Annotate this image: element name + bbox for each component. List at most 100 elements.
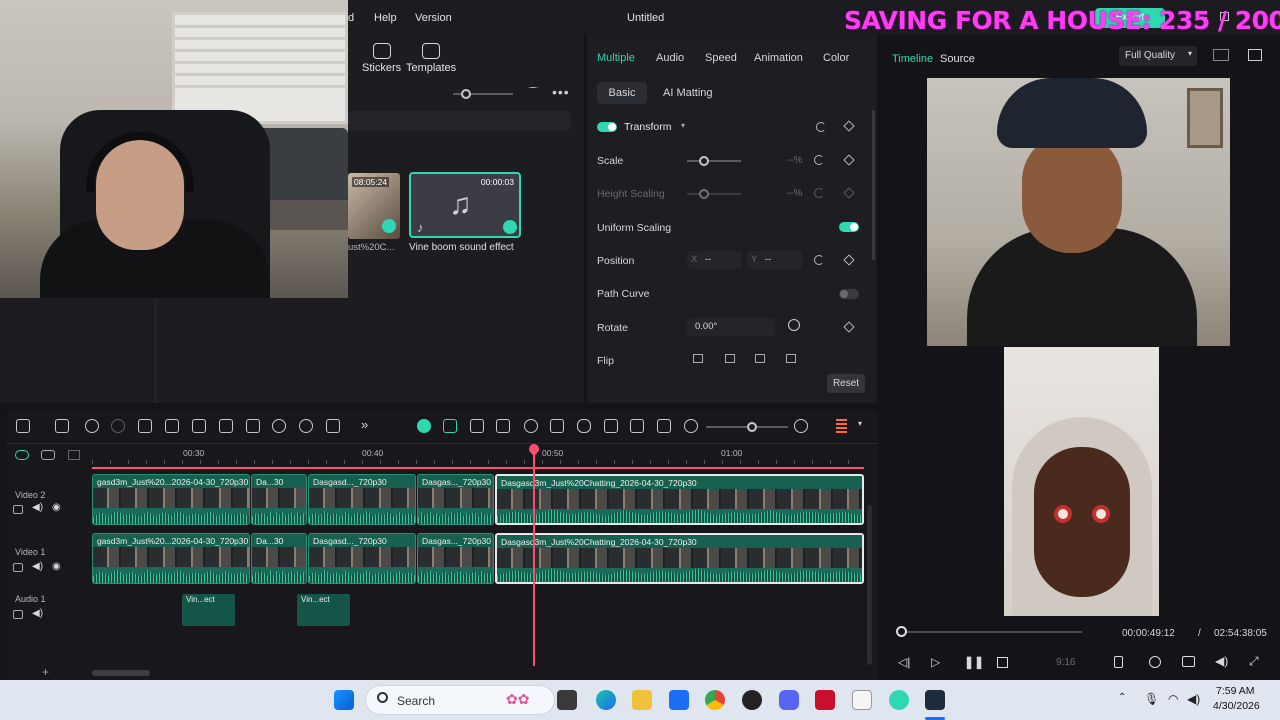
fit-icon[interactable]: [657, 419, 671, 433]
capcut-icon[interactable]: [889, 690, 909, 710]
scale-value[interactable]: --%: [787, 155, 803, 166]
undo-icon[interactable]: [85, 419, 99, 433]
filmora-icon[interactable]: [925, 690, 945, 710]
menu-item-version[interactable]: Version: [415, 12, 452, 24]
keyframe-icon[interactable]: [843, 154, 855, 166]
folder-icon[interactable]: [13, 610, 23, 619]
stickers-tab[interactable]: Stickers: [362, 43, 401, 74]
clock-time[interactable]: 7:59 AM: [1216, 685, 1255, 697]
previous-frame-icon[interactable]: ◁|: [898, 655, 910, 669]
folder-icon[interactable]: [13, 563, 23, 572]
rotate-right-icon[interactable]: [755, 354, 765, 363]
eye-icon[interactable]: ◉: [52, 502, 61, 513]
timeline-clip[interactable]: Dasgasd..._720p30: [308, 474, 416, 525]
media-item-audio[interactable]: 00:00:03 ♫ ♪: [409, 172, 521, 238]
keyframe-icon[interactable]: [843, 321, 855, 333]
discord-icon[interactable]: [779, 690, 799, 710]
media-item-video[interactable]: 08:05:24: [348, 173, 400, 239]
auto-ripple-icon[interactable]: [524, 419, 538, 433]
tab-multiple[interactable]: Multiple: [597, 52, 635, 64]
timeline-clip-selected[interactable]: Dasgasd3m_Just%20Chatting_2026-04-30_720…: [495, 474, 864, 525]
start-icon[interactable]: [334, 690, 354, 710]
microphone-icon[interactable]: 🎙: [1144, 692, 1159, 706]
templates-tab[interactable]: Templates: [406, 43, 456, 74]
mixer-icon[interactable]: [604, 419, 618, 433]
subtab-basic[interactable]: Basic: [597, 82, 647, 104]
reset-transform-icon[interactable]: [816, 122, 826, 132]
play-icon[interactable]: ▷: [931, 655, 940, 669]
folder-icon[interactable]: [13, 505, 23, 514]
link-tracks-icon[interactable]: [15, 450, 29, 460]
menu-item-help[interactable]: Help: [374, 12, 397, 24]
track-manager-icon[interactable]: [68, 450, 80, 460]
app-icon[interactable]: [815, 690, 835, 710]
reset-button[interactable]: Reset: [827, 374, 865, 393]
clock-date[interactable]: 4/30/2026: [1213, 700, 1260, 712]
flip-horizontal-icon[interactable]: [693, 354, 703, 363]
grid-view-icon[interactable]: [1213, 49, 1229, 61]
flip-vertical-icon[interactable]: [725, 354, 735, 363]
fullscreen-icon[interactable]: ⤢: [1249, 654, 1259, 669]
text-icon[interactable]: [219, 419, 233, 433]
position-y-input[interactable]: Y --: [747, 251, 802, 269]
camera-icon[interactable]: [1182, 656, 1195, 667]
thumbnail-size-slider[interactable]: [453, 89, 513, 99]
timeline-clip[interactable]: Da...30: [251, 533, 307, 584]
timeline-clip[interactable]: Da...30: [251, 474, 307, 525]
add-icon[interactable]: +: [42, 665, 49, 679]
replace-icon[interactable]: [630, 419, 644, 433]
zoom-in-icon[interactable]: [794, 419, 808, 433]
reset-scale-icon[interactable]: [814, 155, 824, 165]
keyframe-tool-icon[interactable]: [326, 419, 340, 433]
time-ruler[interactable]: 00:30 00:40 00:50 01:00: [92, 445, 864, 471]
crop-icon[interactable]: [192, 419, 206, 433]
tab-source[interactable]: Source: [940, 53, 975, 65]
rotate-input[interactable]: 0.00°: [687, 318, 775, 336]
folder-icon[interactable]: [632, 690, 652, 710]
aspect-ratio-dropdown[interactable]: 9:16: [1056, 657, 1075, 668]
ai-tool-icon[interactable]: [246, 419, 260, 433]
eye-icon[interactable]: ◉: [52, 561, 61, 572]
marker-icon[interactable]: [443, 419, 457, 433]
microphone-icon[interactable]: [577, 419, 591, 433]
rotate-icon[interactable]: [272, 419, 286, 433]
zoom-slider[interactable]: [706, 422, 788, 432]
subtab-ai-matting[interactable]: AI Matting: [663, 87, 713, 99]
delete-icon[interactable]: [138, 419, 152, 433]
chevron-up-icon[interactable]: ⌃: [1118, 692, 1126, 703]
props-scrollbar[interactable]: [872, 110, 875, 260]
tab-timeline[interactable]: Timeline: [892, 53, 933, 65]
pause-icon[interactable]: ❚❚: [964, 655, 984, 669]
timeline-clip[interactable]: gasd3m_Just%20...2026-04-30_720p30: [92, 474, 250, 525]
timeline-clip[interactable]: Dasgasd..._720p30: [308, 533, 416, 584]
add-track-icon[interactable]: [41, 450, 55, 460]
quality-dropdown[interactable]: Full Quality ▾: [1119, 46, 1197, 66]
tab-color[interactable]: Color: [823, 52, 849, 64]
menu-item-truncated[interactable]: d: [348, 12, 354, 24]
progress-knob[interactable]: [895, 626, 907, 637]
edge-icon[interactable]: [596, 690, 616, 710]
timeline-vertical-scrollbar[interactable]: [867, 505, 872, 665]
filter-icon[interactable]: [527, 87, 539, 99]
settings-icon[interactable]: [1149, 656, 1161, 668]
volume-icon[interactable]: ◀): [1215, 654, 1228, 668]
store-icon[interactable]: [669, 690, 689, 710]
keyframe-icon[interactable]: [843, 187, 855, 199]
obs-icon[interactable]: [742, 690, 762, 710]
timeline-clip[interactable]: Dasgas..._720p30: [417, 533, 494, 584]
timeline-clip[interactable]: Dasgas..._720p30: [417, 474, 494, 525]
layout-icon[interactable]: [16, 419, 30, 433]
wifi-icon[interactable]: ◠: [1168, 692, 1178, 706]
zoom-out-icon[interactable]: [684, 419, 698, 433]
height-scaling-slider[interactable]: [687, 189, 741, 199]
mute-icon[interactable]: ◀): [32, 502, 43, 513]
volume-icon[interactable]: ◀): [1187, 692, 1200, 706]
keyframe-icon[interactable]: [843, 254, 855, 266]
split-icon[interactable]: [165, 419, 179, 433]
more-options-icon[interactable]: •••: [552, 84, 570, 100]
rotate-left-icon[interactable]: [786, 354, 796, 363]
render-icon[interactable]: [1114, 656, 1123, 668]
snapshot-icon[interactable]: [1248, 49, 1262, 61]
keyframe-icon[interactable]: [843, 120, 855, 132]
notepad-icon[interactable]: [852, 690, 872, 710]
